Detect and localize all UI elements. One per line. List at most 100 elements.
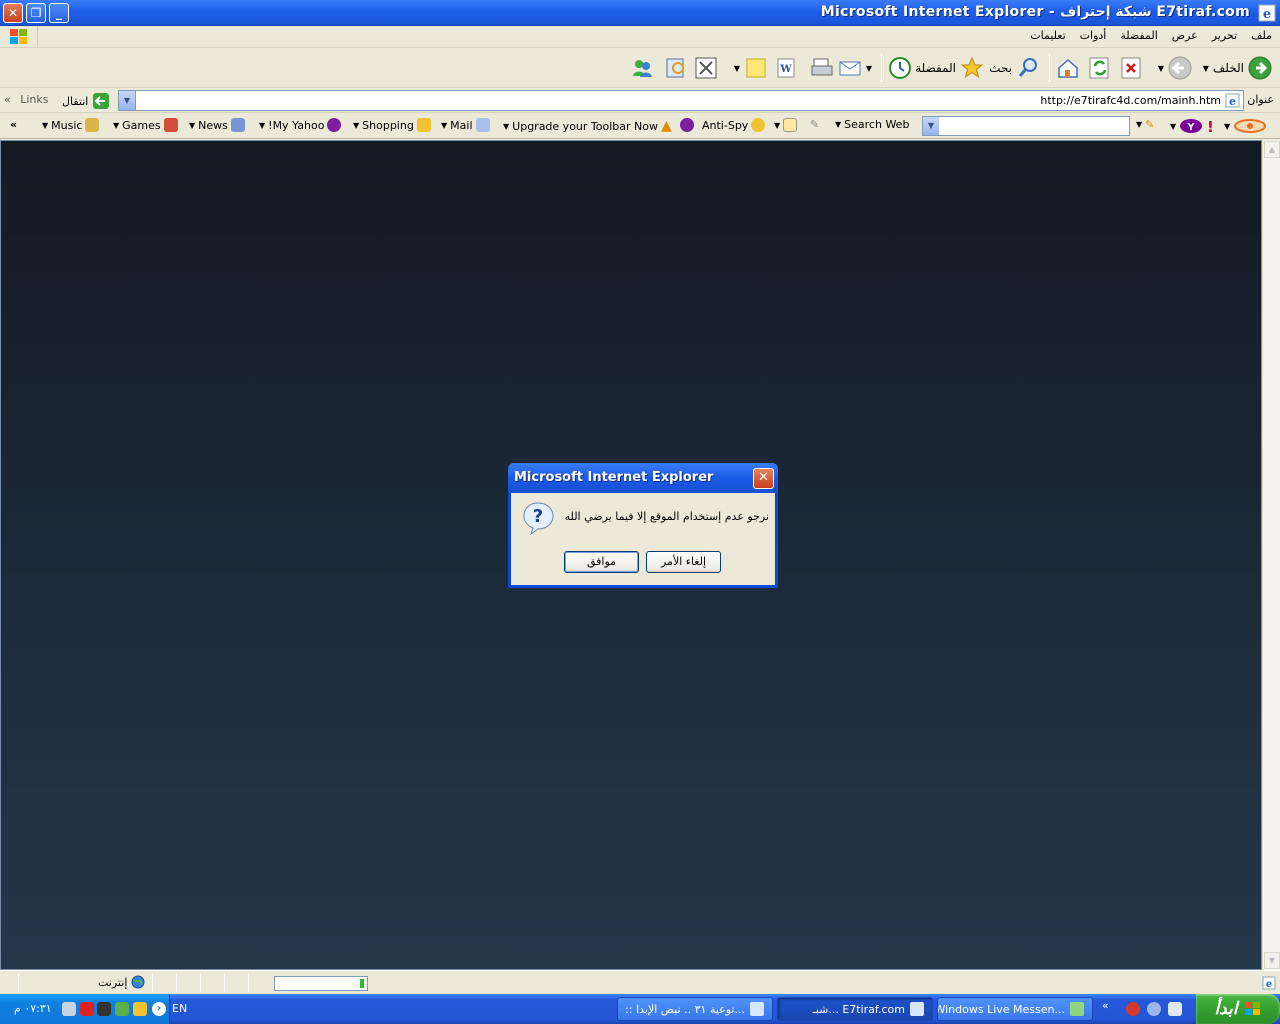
chevron-down-icon[interactable]: ▼: [119, 91, 136, 110]
window-titlebar[interactable]: ✕ ❐ _ Microsoft Internet Explorer - شبكة…: [0, 0, 1280, 26]
chevron-down-icon[interactable]: ▼: [1158, 64, 1164, 73]
yahoo-toolbar-chevron[interactable]: «: [10, 118, 17, 131]
ie-quicklaunch-icon[interactable]: [1168, 1002, 1182, 1016]
quick-launch-chevron[interactable]: «: [1102, 999, 1109, 1012]
user-icon[interactable]: [62, 1002, 76, 1016]
restore-window-button[interactable]: ❐: [26, 3, 46, 23]
antispy-label: Anti-Spy: [702, 118, 749, 132]
task-button-forum[interactable]: :: توعية ٣١ .. نبض الإبدا...: [617, 997, 773, 1021]
yahoo-antispy-button[interactable]: Anti-Spy: [680, 118, 766, 132]
menu-view[interactable]: عرض: [1172, 29, 1198, 42]
back-button[interactable]: ▼ الخلف: [1203, 56, 1272, 80]
back-label: الخلف: [1212, 61, 1244, 75]
vertical-scrollbar[interactable]: ▲ ▼: [1262, 140, 1280, 970]
crosshair-icon: [751, 118, 766, 132]
yahoo-myyahoo-button[interactable]: ▼ !My Yahoo: [259, 118, 342, 132]
yahoo-news-button[interactable]: ▼ News: [189, 118, 245, 132]
shield-icon[interactable]: [133, 1002, 147, 1016]
tray-expand-icon[interactable]: ›: [152, 1002, 166, 1016]
fullscreen-icon[interactable]: [694, 56, 718, 80]
antispy-logo-icon: [680, 118, 694, 132]
print-icon[interactable]: [810, 56, 834, 80]
menu-help[interactable]: تعليمات: [1030, 29, 1065, 42]
menu-favorites[interactable]: المفضلة: [1120, 29, 1157, 42]
globe-icon[interactable]: [1147, 1002, 1161, 1016]
clock[interactable]: ٠٧:٣١ م: [14, 1002, 52, 1015]
svg-text:!: !: [1207, 118, 1213, 134]
scroll-up-icon[interactable]: ▲: [1264, 141, 1280, 158]
yahoo-mail-button[interactable]: ▼ Mail: [441, 118, 490, 132]
music-label: Music: [51, 118, 83, 132]
antivirus-icon[interactable]: [80, 1002, 94, 1016]
menu-bar: ملف تحرير عرض المفضلة أدوات تعليمات: [0, 26, 1280, 48]
go-arrow-icon: [93, 93, 110, 109]
address-input[interactable]: ▼ http://e7tirafc4d.com/mainh.htm e: [118, 90, 1244, 111]
chevron-down-icon[interactable]: ▼: [1203, 64, 1209, 73]
popup-blocker-button[interactable]: ▼: [774, 118, 798, 132]
myyahoo-icon: [327, 118, 342, 132]
yahoo-logo-button[interactable]: ▼ Y !: [1170, 118, 1213, 134]
links-toolbar[interactable]: « Links: [4, 93, 49, 106]
dialog-message: نرجو عدم إستخدام الموقع إلا فيما يرضي ال…: [564, 510, 769, 523]
ie-icon: e: [1258, 4, 1276, 22]
close-window-button[interactable]: ✕: [3, 3, 23, 23]
cancel-button[interactable]: إلغاء الأمر: [646, 551, 721, 573]
pencil-icon[interactable]: ✎: [810, 118, 819, 131]
task-label: :: توعية ٣١ .. نبض الإبدا...: [625, 1002, 745, 1016]
menu-edit[interactable]: تحرير: [1212, 29, 1237, 42]
news-label: News: [198, 118, 228, 132]
messenger-tray-icon[interactable]: [115, 1002, 129, 1016]
yahoo-search-input[interactable]: ▼: [922, 116, 1130, 136]
messenger-icon[interactable]: [630, 56, 654, 80]
chevron-down-icon[interactable]: ▼: [734, 64, 740, 73]
toolbar-separator: [881, 54, 882, 82]
page-load-progress: [274, 976, 368, 991]
search-web-button[interactable]: ▼ Search Web: [835, 118, 909, 131]
history-icon[interactable]: [888, 56, 912, 80]
mail-label: Mail: [450, 118, 473, 132]
toolbar-separator: [1049, 54, 1050, 82]
address-url[interactable]: http://e7tirafc4d.com/mainh.htm: [1040, 94, 1221, 107]
notes-button[interactable]: ▼: [734, 56, 768, 80]
task-button-messenger[interactable]: Windows Live Messen...: [937, 997, 1093, 1021]
highlight-button[interactable]: ▼ ✎: [1136, 118, 1154, 131]
ok-button[interactable]: موافق: [564, 551, 639, 573]
start-button[interactable]: ابدأ: [1196, 994, 1280, 1024]
network-icon[interactable]: [97, 1002, 111, 1016]
stop-icon[interactable]: [1120, 56, 1144, 80]
home-icon[interactable]: [1056, 56, 1080, 80]
yahoo-shopping-button[interactable]: ▼ Shopping: [353, 118, 431, 132]
research-icon[interactable]: [664, 56, 688, 80]
warning-icon: ▲: [660, 118, 672, 134]
minimize-window-button[interactable]: _: [49, 3, 69, 23]
ie-page-icon: e: [1262, 976, 1276, 990]
yahoo-music-button[interactable]: ▼ Music: [42, 118, 100, 132]
favorites-button[interactable]: المفضلة: [915, 56, 984, 80]
language-indicator[interactable]: EN: [172, 1002, 187, 1015]
forward-button[interactable]: ▼: [1158, 56, 1192, 80]
yahoo-options-button[interactable]: ▼: [1224, 118, 1267, 134]
windows-flag-icon: [1244, 1002, 1260, 1015]
chevron-down-icon[interactable]: ▼: [923, 117, 939, 135]
task-button-e7tiraf[interactable]: شبـ... E7tiraf.com: [777, 997, 933, 1021]
media-player-icon[interactable]: [1126, 1002, 1140, 1016]
svg-text:Y: Y: [1187, 122, 1196, 133]
links-chevron[interactable]: «: [4, 93, 11, 106]
yahoo-games-button[interactable]: ▼ Games: [113, 118, 178, 132]
go-button[interactable]: انتقال: [62, 92, 110, 110]
dialog-titlebar[interactable]: Microsoft Internet Explorer ✕: [508, 463, 778, 493]
menu-file[interactable]: ملف: [1251, 29, 1272, 42]
yahoo-upgrade-button[interactable]: ▼ Upgrade your Toolbar Now ▲: [503, 118, 672, 134]
search-button[interactable]: بحث: [989, 56, 1040, 80]
mail-icon: [475, 118, 490, 132]
mail-button[interactable]: ▼: [838, 56, 872, 80]
refresh-icon[interactable]: [1088, 56, 1112, 80]
address-bar: عنوان ▼ http://e7tirafc4d.com/mainh.htm …: [0, 88, 1280, 113]
dialog-close-button[interactable]: ✕: [753, 468, 774, 489]
yahoo-toolbar: « ▼ Music ▼ Games ▼ News ▼ !My Yahoo ▼ Shoppi…: [0, 113, 1280, 139]
scroll-down-icon[interactable]: ▼: [1264, 952, 1280, 969]
chevron-down-icon[interactable]: ▼: [866, 64, 872, 73]
menu-tools[interactable]: أدوات: [1080, 29, 1107, 42]
word-edit-icon[interactable]: W: [774, 56, 798, 80]
favorites-label: المفضلة: [915, 61, 956, 75]
